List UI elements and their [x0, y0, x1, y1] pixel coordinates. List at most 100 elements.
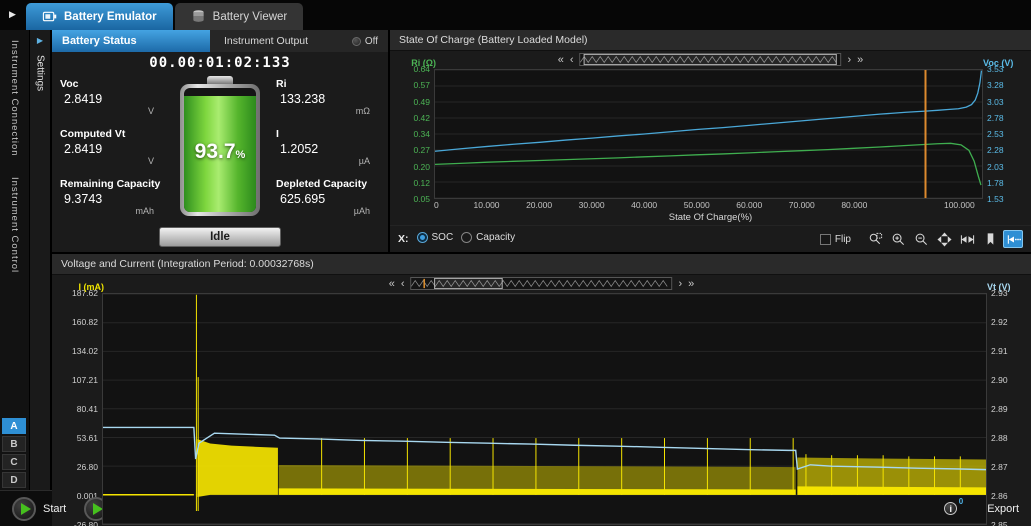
metric-label: Voc — [60, 78, 164, 90]
metric-unit: µAh — [276, 206, 380, 216]
sidebar-item-settings[interactable]: Settings — [35, 55, 46, 91]
start-button[interactable]: Start — [12, 497, 66, 521]
vc-scroll-control: « ‹ › » — [389, 277, 695, 290]
play-icon — [12, 497, 36, 521]
scroll-bar[interactable] — [580, 53, 842, 66]
channel-C-button[interactable]: C — [2, 454, 26, 470]
zoom-region-button[interactable] — [865, 230, 885, 248]
zoom-fit-x-icon — [960, 232, 975, 247]
scroll-prev-button[interactable]: ‹ — [570, 54, 574, 66]
zoom-fit-button[interactable] — [934, 230, 954, 248]
left-rail: Instrument Connection Instrument Control… — [0, 30, 30, 490]
vc-plot[interactable] — [102, 293, 987, 525]
bookmark-button[interactable] — [980, 230, 1000, 248]
soc-chart-head: Ri (Ω) « ‹ › » Voc (V) — [390, 51, 1031, 69]
auto-track-button[interactable] — [1003, 230, 1023, 248]
metrics-right-column: Ri 133.238 mΩ I 1.2052 µA Depleted Capac… — [276, 74, 380, 224]
soc-left-axis-ticks: 0.640.570.490.420.340.270.200.120.05 — [394, 64, 434, 204]
zoom-in-button[interactable] — [888, 230, 908, 248]
scroll-first-button[interactable]: « — [389, 278, 395, 290]
output-state-toggle[interactable]: Off — [352, 30, 388, 52]
info-icon[interactable]: i 0 — [944, 502, 957, 515]
metric-label: Ri — [276, 78, 380, 90]
battery-emulator-app: ▶ Battery Emulator Battery Viewer Instru… — [0, 0, 1031, 526]
scroll-last-button[interactable]: » — [688, 278, 694, 290]
axis-tick: 2.88 — [991, 433, 1027, 443]
scroll-next-button[interactable]: › — [848, 54, 852, 66]
axis-tick: 2.92 — [991, 317, 1027, 327]
axis-tick: 40.000 — [631, 200, 657, 210]
soc-right-axis-ticks: 3.533.283.032.782.532.282.031.781.53 — [983, 64, 1027, 204]
vc-left-axis-ticks: 187.62160.82134.02107.2180.4153.6126.800… — [56, 288, 102, 526]
axis-tick: 0.49 — [394, 97, 430, 107]
main-content: Battery Status Instrument Output Off 00.… — [52, 30, 1031, 490]
info-badge: 0 — [959, 497, 963, 506]
axis-tick: 26.80 — [56, 462, 98, 472]
axis-tick: 2.78 — [987, 113, 1027, 123]
top-tab-bar: ▶ Battery Emulator Battery Viewer — [0, 0, 1031, 30]
flip-label: Flip — [835, 234, 851, 245]
battery-status-tab[interactable]: Battery Status — [52, 30, 210, 52]
flip-checkbox[interactable]: Flip — [820, 234, 851, 245]
axis-tick: 160.82 — [56, 317, 98, 327]
metric-value: 1.2052 — [276, 142, 380, 156]
scroll-bar[interactable] — [411, 277, 673, 290]
scroll-next-button[interactable]: › — [679, 278, 683, 290]
scroll-first-button[interactable]: « — [558, 54, 564, 66]
metric-label: Remaining Capacity — [60, 178, 164, 190]
battery-viewer-icon — [191, 9, 206, 24]
instrument-output-label: Instrument Output — [210, 30, 352, 52]
zoom-fit-x-button[interactable] — [957, 230, 977, 248]
battery-emulator-icon — [42, 9, 57, 24]
axis-tick: 0.20 — [394, 162, 430, 172]
axis-tick: 10.000 — [474, 200, 500, 210]
axis-tick: 1.53 — [987, 194, 1027, 204]
radio-label: Capacity — [476, 232, 515, 243]
soc-plot[interactable] — [434, 69, 983, 199]
settings-strip: ▶ Settings — [30, 30, 52, 490]
metric-value: 2.8419 — [60, 92, 164, 106]
sidebar-item-instrument-connection[interactable]: Instrument Connection — [9, 40, 20, 157]
settings-expand-arrow-icon[interactable]: ▶ — [37, 36, 43, 45]
sidebar-item-instrument-control[interactable]: Instrument Control — [9, 177, 20, 273]
axis-tick: 2.85 — [991, 520, 1027, 526]
zoom-fit-icon — [937, 232, 952, 247]
axis-tick: 100.000 — [944, 200, 975, 210]
tab-battery-viewer[interactable]: Battery Viewer — [175, 3, 304, 30]
axis-tick: 2.28 — [987, 145, 1027, 155]
soc-panel: State Of Charge (Battery Loaded Model) R… — [390, 30, 1031, 252]
metric-depleted-capacity: Depleted Capacity 625.695 µAh — [276, 178, 380, 216]
vc-left-axis-title: I (mA) — [58, 282, 104, 292]
axis-tick: 0 — [434, 200, 439, 210]
soc-panel-title: State Of Charge (Battery Loaded Model) — [390, 30, 1031, 51]
axis-tick: 30.000 — [579, 200, 605, 210]
metric-value: 133.238 — [276, 92, 380, 106]
channel-D-button[interactable]: D — [2, 472, 26, 488]
tab-battery-emulator[interactable]: Battery Emulator — [26, 3, 173, 30]
start-label: Start — [43, 503, 66, 515]
metric-label: Computed Vt — [60, 128, 164, 140]
metric-unit: V — [60, 106, 164, 116]
zoom-out-icon — [914, 232, 929, 247]
soc-zoom-toolbar — [865, 230, 1023, 248]
soc-chart-svg — [435, 70, 982, 198]
tab-label: Battery Emulator — [64, 11, 157, 23]
expand-arrow-icon[interactable]: ▶ — [9, 9, 16, 20]
battery-body: 93.7% — [180, 84, 260, 216]
scroll-last-button[interactable]: » — [857, 54, 863, 66]
scroll-prev-button[interactable]: ‹ — [401, 278, 405, 290]
axis-tick: 2.53 — [987, 129, 1027, 139]
metric-unit: µA — [276, 156, 380, 166]
channel-B-button[interactable]: B — [2, 436, 26, 452]
axis-tick: 53.61 — [56, 433, 98, 443]
channel-A-button[interactable]: A — [2, 418, 26, 434]
metric-value: 2.8419 — [60, 142, 164, 156]
soc-controls: X: SOCCapacity Flip — [390, 225, 1031, 252]
axis-tick: 134.02 — [56, 346, 98, 356]
zoom-out-button[interactable] — [911, 230, 931, 248]
axis-tick: 0.34 — [394, 129, 430, 139]
radio-capacity[interactable]: Capacity — [461, 232, 515, 243]
auto-track-icon — [1006, 232, 1021, 247]
export-label: Export — [987, 503, 1019, 515]
radio-soc[interactable]: SOC — [417, 232, 454, 243]
